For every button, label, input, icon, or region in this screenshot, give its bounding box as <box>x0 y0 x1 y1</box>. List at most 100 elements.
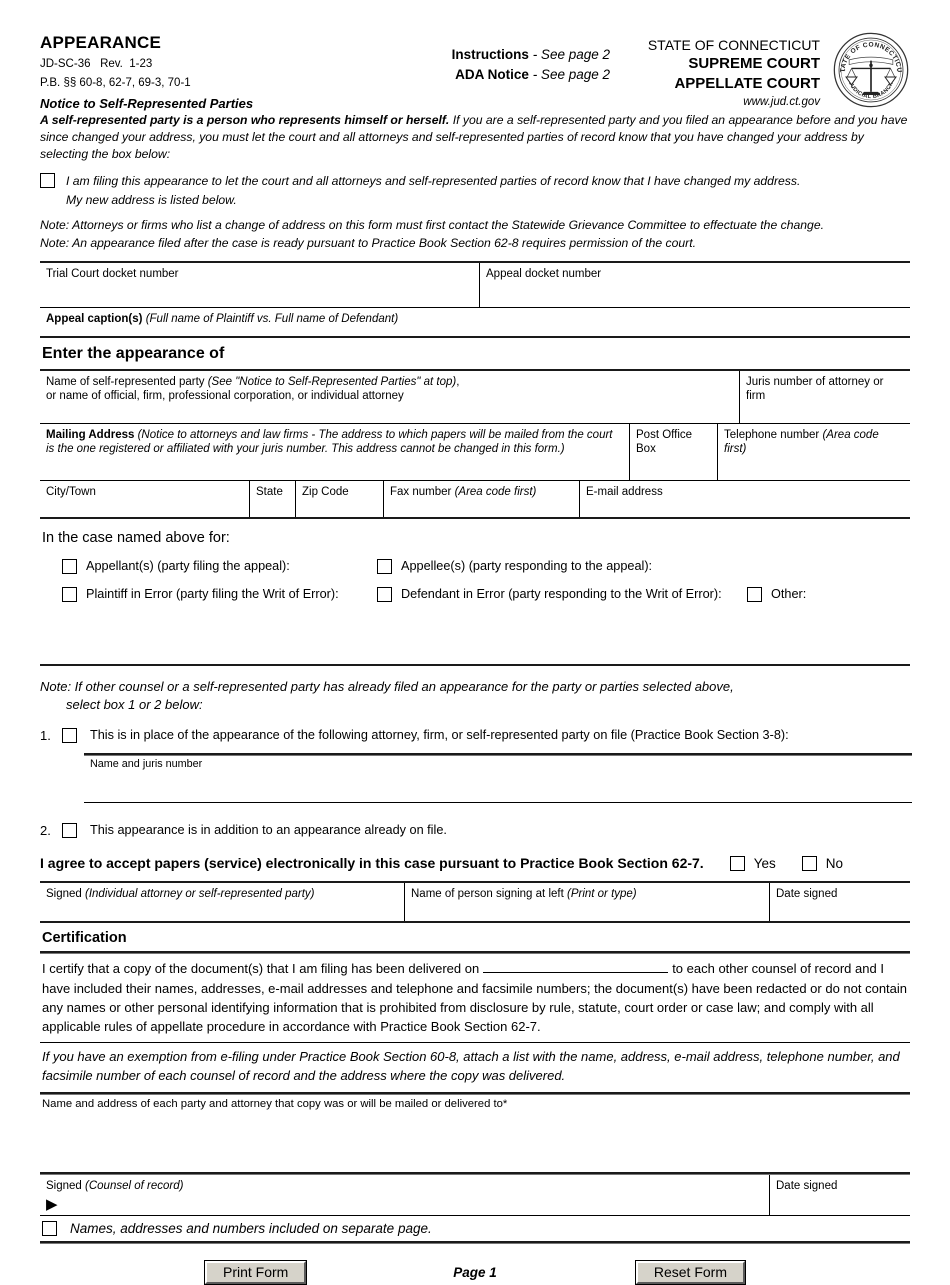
party-name-label-line2: or name of official, firm, professional … <box>46 390 404 403</box>
state-line: STATE OF CONNECTICUT <box>647 37 820 53</box>
zip-code-label: Zip Code <box>302 485 349 498</box>
signature-arrow-icon: ▶ <box>46 1195 58 1213</box>
appellant-checkbox[interactable] <box>62 558 77 574</box>
separate-page-checkbox[interactable] <box>42 1220 57 1236</box>
defendant-in-error-label: Defendant in Error (party responding to … <box>401 587 722 602</box>
option-defendant-in-error[interactable]: Defendant in Error (party responding to … <box>377 586 747 602</box>
notice-note-2: Note: An appearance filed after the case… <box>40 235 697 250</box>
print-form-button[interactable]: Print Form <box>203 1260 308 1285</box>
electronic-service-agreement-row: I agree to accept papers (service) elect… <box>40 855 910 871</box>
agree-yes-checkbox[interactable] <box>729 855 745 871</box>
certification-text-part-1: I certify that a copy of the document(s)… <box>42 961 480 977</box>
telephone-cell[interactable]: Telephone number (Area code first) <box>718 424 910 480</box>
other-label: Other: <box>771 587 807 602</box>
notice-bold-lead: A self-represented party is a person who… <box>40 113 450 127</box>
names-address-label: Name and address of each party and attor… <box>42 1097 508 1110</box>
form-header: APPEARANCE JD-SC-36 Rev. 1-23 P.B. §§ 60… <box>40 0 910 108</box>
item-1-checkbox[interactable] <box>62 728 77 744</box>
telephone-label-a: Telephone number <box>724 428 823 441</box>
website-url: www.jud.ct.gov <box>743 96 820 109</box>
juris-number-cell[interactable]: Juris number of attorney or firm <box>740 371 910 423</box>
appeal-caption-cell[interactable]: Appeal caption(s) (Full name of Plaintif… <box>40 308 910 336</box>
item-2-label: This appearance is in addition to an app… <box>90 823 447 838</box>
name-juris-field-label: Name and juris number <box>90 758 203 771</box>
notice-extra-notes: Note: Attorneys or firms who list a chan… <box>40 217 910 252</box>
agree-no-label: No <box>825 855 843 871</box>
appellee-label: Appellee(s) (party responding to the app… <box>401 559 653 574</box>
item-2-checkbox[interactable] <box>62 823 77 839</box>
agree-no-option[interactable]: No <box>801 855 843 871</box>
name-of-signer-cell[interactable]: Name of person signing at left (Print or… <box>405 883 770 922</box>
selection-item-1[interactable]: 1. This is in place of the appearance of… <box>40 728 910 744</box>
form-bottom-rule <box>40 1240 910 1244</box>
reset-form-button[interactable]: Reset Form <box>634 1260 747 1285</box>
signature-block-2: Signed (Counsel of record) ▶ Date signed… <box>40 1174 910 1244</box>
option-appellant[interactable]: Appellant(s) (party filing the appeal): <box>62 558 377 574</box>
option-appellee[interactable]: Appellee(s) (party responding to the app… <box>377 558 747 574</box>
date-signed-1-label: Date signed <box>776 888 838 901</box>
address-change-checkbox-row[interactable]: I am filing this appearance to let the c… <box>40 173 910 191</box>
party-name-cell[interactable]: Name of self-represented party (See "Not… <box>40 370 740 423</box>
form-footer: Print Form Page 1 Reset Form <box>40 1260 910 1285</box>
city-town-label: City/Town <box>46 485 96 498</box>
signed-attorney-hint: (Individual attorney or self-represented… <box>85 888 315 901</box>
date-signed-2-label: Date signed <box>776 1179 838 1192</box>
appellant-label: Appellant(s) (party filing the appeal): <box>86 559 290 574</box>
name-juris-bottom-rule <box>84 802 912 804</box>
page-number: Page 1 <box>453 1265 497 1281</box>
signed-attorney-cell[interactable]: Signed (Individual attorney or self-repr… <box>40 883 405 922</box>
signed-counsel-cell[interactable]: Signed (Counsel of record) ▶ <box>40 1174 770 1215</box>
defendant-in-error-checkbox[interactable] <box>377 586 392 602</box>
trial-court-docket-label: Trial Court docket number <box>46 267 179 280</box>
supreme-court-line: SUPREME COURT <box>688 55 820 73</box>
notice-note-1: Note: Attorneys or firms who list a chan… <box>40 218 824 233</box>
signature-2-row: Signed (Counsel of record) ▶ Date signed <box>40 1174 910 1215</box>
name-of-signer-hint: (Print or type) <box>566 888 637 901</box>
new-address-sub-text: My new address is listed below. <box>66 193 237 208</box>
selection-item-2[interactable]: 2. This appearance is in addition to an … <box>40 823 910 839</box>
enter-appearance-section: Enter the appearance of Name of self-rep… <box>40 338 910 519</box>
option-plaintiff-in-error[interactable]: Plaintiff in Error (party filing the Wri… <box>62 586 377 602</box>
zip-code-cell[interactable]: Zip Code <box>296 480 384 517</box>
city-town-cell[interactable]: City/Town <box>40 480 250 517</box>
plaintiff-in-error-checkbox[interactable] <box>62 586 77 602</box>
selection-note-line-2: select box 1 or 2 below: <box>66 697 203 712</box>
header-court-block: STATE OF CONNECTICUT SUPREME COURT APPEL… <box>540 36 820 110</box>
name-juris-input-area[interactable] <box>84 770 912 802</box>
docket-section: Trial Court docket number Appeal docket … <box>40 260 910 338</box>
item-1-label: This is in place of the appearance of th… <box>90 728 789 743</box>
appeal-caption-row[interactable]: Appeal caption(s) (Full name of Plaintif… <box>40 308 910 336</box>
trial-court-docket-cell[interactable]: Trial Court docket number <box>40 262 480 307</box>
date-signed-2-cell[interactable]: Date signed <box>770 1175 910 1215</box>
appeal-docket-cell[interactable]: Appeal docket number <box>480 263 910 307</box>
plaintiff-in-error-label: Plaintiff in Error (party filing the Wri… <box>86 587 339 602</box>
notice-body: A self-represented party is a person who… <box>40 112 910 162</box>
agree-yes-option[interactable]: Yes <box>729 855 776 871</box>
state-cell[interactable]: State <box>250 480 296 517</box>
appellee-checkbox[interactable] <box>377 558 392 574</box>
certification-section: Certification I certify that a copy of t… <box>40 923 910 1175</box>
delivery-date-blank[interactable] <box>483 959 669 974</box>
juris-number-label: Juris number of attorney or firm <box>746 375 884 403</box>
address-change-label: I am filing this appearance to let the c… <box>66 174 801 189</box>
signed-counsel-label: Signed <box>46 1179 86 1192</box>
date-signed-1-cell[interactable]: Date signed <box>770 883 910 921</box>
fax-number-cell[interactable]: Fax number (Area code first) <box>384 480 580 517</box>
certification-heading: Certification <box>42 930 127 947</box>
post-office-box-cell[interactable]: Post Office Box <box>630 423 718 480</box>
name-juris-field-group[interactable]: Name and juris number <box>84 753 912 804</box>
connecticut-judicial-seal-icon: STATE OF CONNECTICUT JUDICIAL BRANCH <box>830 26 910 109</box>
separate-page-row[interactable]: Names, addresses and numbers included on… <box>40 1216 910 1241</box>
exemption-note: If you have an exemption from e-filing u… <box>42 1048 900 1083</box>
names-address-input-area[interactable] <box>40 1110 910 1172</box>
option-other[interactable]: Other: <box>747 586 807 602</box>
email-cell[interactable]: E-mail address <box>580 481 910 517</box>
page-title: APPEARANCE <box>40 33 162 52</box>
address-change-checkbox[interactable] <box>40 173 55 189</box>
mailing-address-cell[interactable]: Mailing Address (Notice to attorneys and… <box>40 423 630 480</box>
ada-notice-label: ADA Notice <box>455 66 529 82</box>
mailing-address-row: Mailing Address (Notice to attorneys and… <box>40 423 910 481</box>
name-juris-row: Name of self-represented party (See "Not… <box>40 370 910 424</box>
agree-no-checkbox[interactable] <box>801 855 817 871</box>
other-checkbox[interactable] <box>747 586 762 602</box>
